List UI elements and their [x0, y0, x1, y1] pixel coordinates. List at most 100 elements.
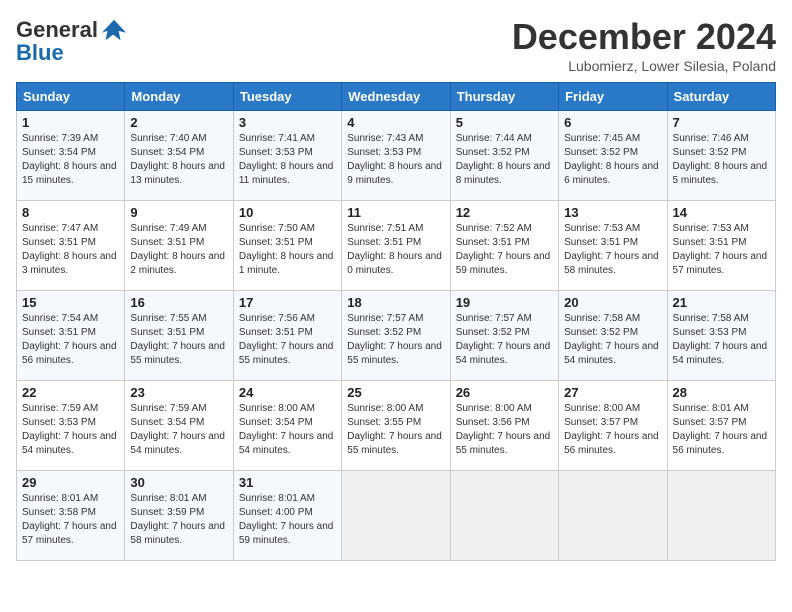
day-content: Sunrise: 7:46 AM Sunset: 3:52 PM Dayligh…: [673, 132, 770, 188]
calendar-cell: [450, 471, 558, 561]
day-number: 28: [673, 385, 770, 400]
calendar-cell: 9 Sunrise: 7:49 AM Sunset: 3:51 PM Dayli…: [125, 201, 233, 291]
day-content: Sunrise: 8:01 AM Sunset: 3:58 PM Dayligh…: [22, 492, 119, 548]
day-content: Sunrise: 7:53 AM Sunset: 3:51 PM Dayligh…: [564, 222, 661, 278]
day-content: Sunrise: 7:50 AM Sunset: 3:51 PM Dayligh…: [239, 222, 336, 278]
day-content: Sunrise: 7:57 AM Sunset: 3:52 PM Dayligh…: [456, 312, 553, 368]
calendar-cell: 16 Sunrise: 7:55 AM Sunset: 3:51 PM Dayl…: [125, 291, 233, 381]
day-number: 20: [564, 295, 661, 310]
calendar-cell: 3 Sunrise: 7:41 AM Sunset: 3:53 PM Dayli…: [233, 111, 341, 201]
calendar-cell: [559, 471, 667, 561]
logo-bird-icon: [100, 16, 128, 44]
header-sunday: Sunday: [17, 83, 125, 111]
calendar-cell: 17 Sunrise: 7:56 AM Sunset: 3:51 PM Dayl…: [233, 291, 341, 381]
day-content: Sunrise: 7:44 AM Sunset: 3:52 PM Dayligh…: [456, 132, 553, 188]
day-content: Sunrise: 7:41 AM Sunset: 3:53 PM Dayligh…: [239, 132, 336, 188]
day-number: 17: [239, 295, 336, 310]
calendar-cell: 5 Sunrise: 7:44 AM Sunset: 3:52 PM Dayli…: [450, 111, 558, 201]
calendar-table: Sunday Monday Tuesday Wednesday Thursday…: [16, 82, 776, 561]
header-tuesday: Tuesday: [233, 83, 341, 111]
calendar-cell: 11 Sunrise: 7:51 AM Sunset: 3:51 PM Dayl…: [342, 201, 450, 291]
day-number: 6: [564, 115, 661, 130]
calendar-cell: 27 Sunrise: 8:00 AM Sunset: 3:57 PM Dayl…: [559, 381, 667, 471]
day-content: Sunrise: 7:51 AM Sunset: 3:51 PM Dayligh…: [347, 222, 444, 278]
day-number: 12: [456, 205, 553, 220]
calendar-cell: 21 Sunrise: 7:58 AM Sunset: 3:53 PM Dayl…: [667, 291, 775, 381]
calendar-cell: 15 Sunrise: 7:54 AM Sunset: 3:51 PM Dayl…: [17, 291, 125, 381]
header-thursday: Thursday: [450, 83, 558, 111]
day-number: 11: [347, 205, 444, 220]
header-friday: Friday: [559, 83, 667, 111]
day-number: 4: [347, 115, 444, 130]
day-content: Sunrise: 8:00 AM Sunset: 3:56 PM Dayligh…: [456, 402, 553, 458]
day-number: 10: [239, 205, 336, 220]
day-number: 14: [673, 205, 770, 220]
day-number: 13: [564, 205, 661, 220]
day-number: 2: [130, 115, 227, 130]
day-number: 8: [22, 205, 119, 220]
day-content: Sunrise: 7:56 AM Sunset: 3:51 PM Dayligh…: [239, 312, 336, 368]
calendar-cell: 18 Sunrise: 7:57 AM Sunset: 3:52 PM Dayl…: [342, 291, 450, 381]
day-content: Sunrise: 7:58 AM Sunset: 3:53 PM Dayligh…: [673, 312, 770, 368]
calendar-cell: 14 Sunrise: 7:53 AM Sunset: 3:51 PM Dayl…: [667, 201, 775, 291]
calendar-row: 29 Sunrise: 8:01 AM Sunset: 3:58 PM Dayl…: [17, 471, 776, 561]
calendar-cell: 4 Sunrise: 7:43 AM Sunset: 3:53 PM Dayli…: [342, 111, 450, 201]
day-number: 27: [564, 385, 661, 400]
day-number: 5: [456, 115, 553, 130]
calendar-cell: 7 Sunrise: 7:46 AM Sunset: 3:52 PM Dayli…: [667, 111, 775, 201]
month-title: December 2024: [512, 16, 776, 58]
calendar-cell: 12 Sunrise: 7:52 AM Sunset: 3:51 PM Dayl…: [450, 201, 558, 291]
day-number: 7: [673, 115, 770, 130]
day-content: Sunrise: 7:54 AM Sunset: 3:51 PM Dayligh…: [22, 312, 119, 368]
calendar-header-row: Sunday Monday Tuesday Wednesday Thursday…: [17, 83, 776, 111]
calendar-cell: 24 Sunrise: 8:00 AM Sunset: 3:54 PM Dayl…: [233, 381, 341, 471]
day-content: Sunrise: 7:39 AM Sunset: 3:54 PM Dayligh…: [22, 132, 119, 188]
day-number: 26: [456, 385, 553, 400]
calendar-cell: 30 Sunrise: 8:01 AM Sunset: 3:59 PM Dayl…: [125, 471, 233, 561]
location-subtitle: Lubomierz, Lower Silesia, Poland: [512, 58, 776, 74]
day-number: 25: [347, 385, 444, 400]
day-content: Sunrise: 8:01 AM Sunset: 4:00 PM Dayligh…: [239, 492, 336, 548]
calendar-cell: 28 Sunrise: 8:01 AM Sunset: 3:57 PM Dayl…: [667, 381, 775, 471]
day-content: Sunrise: 7:52 AM Sunset: 3:51 PM Dayligh…: [456, 222, 553, 278]
day-number: 9: [130, 205, 227, 220]
calendar-cell: 1 Sunrise: 7:39 AM Sunset: 3:54 PM Dayli…: [17, 111, 125, 201]
day-number: 16: [130, 295, 227, 310]
calendar-cell: 29 Sunrise: 8:01 AM Sunset: 3:58 PM Dayl…: [17, 471, 125, 561]
day-number: 30: [130, 475, 227, 490]
day-content: Sunrise: 7:57 AM Sunset: 3:52 PM Dayligh…: [347, 312, 444, 368]
logo-blue-text: Blue: [16, 40, 64, 66]
calendar-cell: [342, 471, 450, 561]
calendar-cell: 6 Sunrise: 7:45 AM Sunset: 3:52 PM Dayli…: [559, 111, 667, 201]
calendar-cell: [667, 471, 775, 561]
day-content: Sunrise: 7:47 AM Sunset: 3:51 PM Dayligh…: [22, 222, 119, 278]
day-content: Sunrise: 8:01 AM Sunset: 3:59 PM Dayligh…: [130, 492, 227, 548]
day-number: 23: [130, 385, 227, 400]
day-number: 19: [456, 295, 553, 310]
calendar-cell: 2 Sunrise: 7:40 AM Sunset: 3:54 PM Dayli…: [125, 111, 233, 201]
day-content: Sunrise: 8:00 AM Sunset: 3:57 PM Dayligh…: [564, 402, 661, 458]
calendar-row: 22 Sunrise: 7:59 AM Sunset: 3:53 PM Dayl…: [17, 381, 776, 471]
calendar-row: 1 Sunrise: 7:39 AM Sunset: 3:54 PM Dayli…: [17, 111, 776, 201]
day-number: 21: [673, 295, 770, 310]
day-content: Sunrise: 8:00 AM Sunset: 3:55 PM Dayligh…: [347, 402, 444, 458]
calendar-cell: 19 Sunrise: 7:57 AM Sunset: 3:52 PM Dayl…: [450, 291, 558, 381]
calendar-cell: 8 Sunrise: 7:47 AM Sunset: 3:51 PM Dayli…: [17, 201, 125, 291]
day-number: 1: [22, 115, 119, 130]
day-content: Sunrise: 7:49 AM Sunset: 3:51 PM Dayligh…: [130, 222, 227, 278]
day-content: Sunrise: 7:40 AM Sunset: 3:54 PM Dayligh…: [130, 132, 227, 188]
day-content: Sunrise: 7:59 AM Sunset: 3:53 PM Dayligh…: [22, 402, 119, 458]
day-content: Sunrise: 8:00 AM Sunset: 3:54 PM Dayligh…: [239, 402, 336, 458]
logo: General Blue: [16, 16, 128, 66]
calendar-cell: 20 Sunrise: 7:58 AM Sunset: 3:52 PM Dayl…: [559, 291, 667, 381]
day-content: Sunrise: 7:53 AM Sunset: 3:51 PM Dayligh…: [673, 222, 770, 278]
header-wednesday: Wednesday: [342, 83, 450, 111]
calendar-cell: 26 Sunrise: 8:00 AM Sunset: 3:56 PM Dayl…: [450, 381, 558, 471]
day-number: 15: [22, 295, 119, 310]
day-number: 29: [22, 475, 119, 490]
calendar-row: 15 Sunrise: 7:54 AM Sunset: 3:51 PM Dayl…: [17, 291, 776, 381]
day-content: Sunrise: 8:01 AM Sunset: 3:57 PM Dayligh…: [673, 402, 770, 458]
calendar-row: 8 Sunrise: 7:47 AM Sunset: 3:51 PM Dayli…: [17, 201, 776, 291]
day-number: 22: [22, 385, 119, 400]
calendar-cell: 10 Sunrise: 7:50 AM Sunset: 3:51 PM Dayl…: [233, 201, 341, 291]
